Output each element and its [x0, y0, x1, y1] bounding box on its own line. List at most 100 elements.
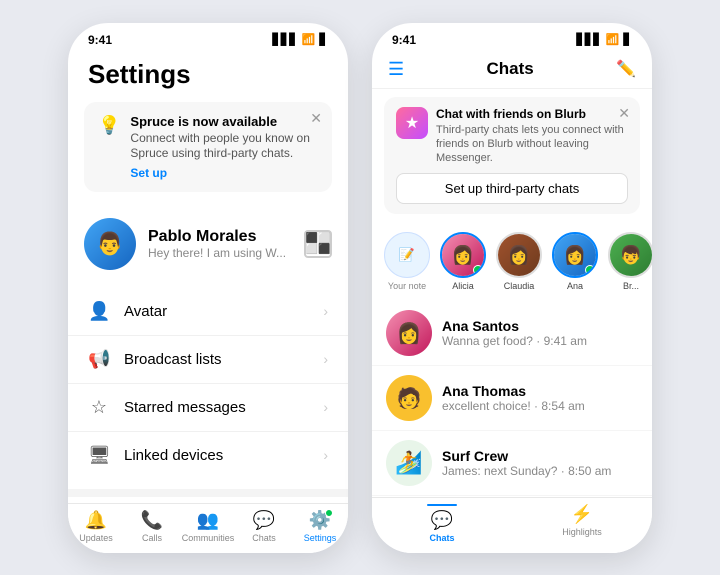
- chats-header: ☰ Chats ✏️: [372, 51, 652, 89]
- alicia-online-dot: [473, 265, 483, 275]
- signal-icon: ▋▋▋: [272, 33, 297, 46]
- stories-row: 📝 Your note 👩 Alicia 👩 Claudia: [372, 222, 652, 301]
- blurb-title: Chat with friends on Blurb: [436, 107, 628, 121]
- notif-row: 💡 Spruce is now available Connect with p…: [98, 114, 318, 180]
- compose-icon[interactable]: ✏️: [616, 59, 636, 79]
- ana-santos-name: Ana Santos: [442, 318, 638, 334]
- nav-settings[interactable]: ⚙️ Settings: [292, 510, 348, 543]
- nav-communities-label: Communities: [182, 533, 235, 543]
- ana-thomas-1-preview: excellent choice! · 8:54 am: [442, 399, 638, 413]
- nav-settings-label: Settings: [304, 533, 337, 543]
- chats-nav-chats-label: Chats: [429, 533, 454, 543]
- menu-item-starred[interactable]: ☆ Starred messages ›: [68, 384, 348, 432]
- time-right: 9:41: [392, 33, 416, 47]
- ana-thomas-1-avatar: 🧑: [386, 375, 432, 421]
- story-ana[interactable]: 👩 Ana: [552, 232, 598, 291]
- menu-label-linked: Linked devices: [124, 447, 309, 464]
- chats-nav-highlights[interactable]: ⚡ Highlights: [512, 504, 652, 543]
- menu-item-avatar[interactable]: 👤 Avatar ›: [68, 288, 348, 336]
- nav-calls[interactable]: 📞 Calls: [124, 510, 180, 543]
- story-claudia[interactable]: 👩 Claudia: [496, 232, 542, 291]
- chats-tab-icon: 💬: [253, 510, 275, 531]
- story-your-note[interactable]: 📝 Your note: [384, 232, 430, 291]
- arrow-icon-4: ›: [323, 447, 328, 463]
- chats-bottom-nav: 💬 Chats ⚡ Highlights: [372, 497, 652, 553]
- blurb-row: ★ Chat with friends on Blurb Third-party…: [396, 107, 628, 166]
- profile-status: Hey there! I am using W...: [148, 246, 292, 260]
- communities-icon: 👥: [197, 510, 219, 531]
- chats-phone: 9:41 ▋▋▋ 📶 ▋ ☰ Chats ✏️ ✕ ★ Chat with fr…: [372, 23, 652, 553]
- note-label: Your note: [388, 281, 426, 291]
- phones-container: 9:41 ▋▋▋ 📶 ▋ Settings ✕ 💡 Spruce is now …: [48, 3, 672, 573]
- notif-bulb-icon: 💡: [98, 115, 120, 136]
- profile-name: Pablo Morales: [148, 228, 292, 246]
- notif-setup-link[interactable]: Set up: [130, 166, 318, 180]
- battery-icon: ▋: [320, 33, 328, 46]
- updates-icon: 🔔: [85, 510, 107, 531]
- arrow-icon-3: ›: [323, 399, 328, 415]
- chat-item-ana-thomas-1[interactable]: 🧑 Ana Thomas excellent choice! · 8:54 am: [372, 366, 652, 431]
- arrow-icon: ›: [323, 303, 328, 319]
- ana-thomas-1-name: Ana Thomas: [442, 383, 638, 399]
- settings-bottom-nav: 🔔 Updates 📞 Calls 👥 Communities 💬 Chats …: [68, 503, 348, 553]
- notif-close-button[interactable]: ✕: [310, 110, 322, 127]
- nav-updates[interactable]: 🔔 Updates: [68, 510, 124, 543]
- surf-crew-preview: James: next Sunday? · 8:50 am: [442, 464, 638, 478]
- nav-calls-label: Calls: [142, 533, 162, 543]
- chats-nav-highlights-label: Highlights: [562, 527, 602, 537]
- ana-santos-avatar: 👩: [386, 310, 432, 356]
- status-bar-left: 9:41 ▋▋▋ 📶 ▋: [68, 23, 348, 51]
- story-br[interactable]: 👦 Br...: [608, 232, 652, 291]
- claudia-name: Claudia: [504, 281, 535, 291]
- chat-item-ana-santos[interactable]: 👩 Ana Santos Wanna get food? · 9:41 am: [372, 301, 652, 366]
- blurb-app-icon: ★: [396, 107, 428, 139]
- calls-icon: 📞: [141, 510, 163, 531]
- settings-content: Settings ✕ 💡 Spruce is now available Con…: [68, 51, 348, 503]
- section-divider: [68, 489, 348, 497]
- chats-nav-chats[interactable]: 💬 Chats: [372, 504, 512, 543]
- surf-crew-info: Surf Crew James: next Sunday? · 8:50 am: [442, 448, 638, 478]
- alicia-name: Alicia: [452, 281, 474, 291]
- blurb-setup-button[interactable]: Set up third-party chats: [396, 173, 628, 204]
- time-left: 9:41: [88, 33, 112, 47]
- chat-item-surf-crew[interactable]: 🏄 Surf Crew James: next Sunday? · 8:50 a…: [372, 431, 652, 496]
- nav-chats[interactable]: 💬 Chats: [236, 510, 292, 543]
- ana-name: Ana: [567, 281, 583, 291]
- ana-story-avatar: 👩: [552, 232, 598, 278]
- notif-body: Connect with people you know on Spruce u…: [130, 131, 318, 162]
- notif-text-block: Spruce is now available Connect with peo…: [130, 114, 318, 180]
- broadcast-icon: 📢: [88, 349, 110, 370]
- br-avatar-inner: 👦: [610, 234, 652, 276]
- profile-avatar: 👨: [84, 218, 136, 270]
- profile-section[interactable]: 👨 Pablo Morales Hey there! I am using W.…: [68, 208, 348, 280]
- qr-icon[interactable]: ⬛⬜⬜⬛: [304, 230, 332, 258]
- arrow-icon-2: ›: [323, 351, 328, 367]
- hamburger-icon[interactable]: ☰: [388, 59, 404, 80]
- br-story-avatar: 👦: [608, 232, 652, 278]
- nav-chats-label: Chats: [252, 533, 276, 543]
- settings-icon-wrapper: ⚙️: [309, 510, 331, 531]
- notification-banner: ✕ 💡 Spruce is now available Connect with…: [84, 102, 332, 192]
- menu-label-starred: Starred messages: [124, 399, 309, 416]
- menu-section-1: 👤 Avatar › 📢 Broadcast lists › ☆ Starred…: [68, 288, 348, 479]
- signal-icon-r: ▋▋▋: [576, 33, 601, 46]
- settings-title: Settings: [68, 51, 348, 102]
- alicia-story-avatar: 👩: [440, 232, 486, 278]
- story-alicia[interactable]: 👩 Alicia: [440, 232, 486, 291]
- profile-info: Pablo Morales Hey there! I am using W...: [148, 228, 292, 260]
- devices-icon: 🖥: [88, 445, 110, 466]
- menu-label-broadcast: Broadcast lists: [124, 351, 309, 368]
- highlights-icon: ⚡: [571, 504, 593, 525]
- blurb-close-button[interactable]: ✕: [618, 105, 630, 122]
- menu-item-broadcast[interactable]: 📢 Broadcast lists ›: [68, 336, 348, 384]
- star-icon: ☆: [88, 397, 110, 418]
- ana-santos-info: Ana Santos Wanna get food? · 9:41 am: [442, 318, 638, 348]
- menu-item-linked[interactable]: 🖥 Linked devices ›: [68, 432, 348, 479]
- blurb-text: Chat with friends on Blurb Third-party c…: [436, 107, 628, 166]
- chats-nav-chat-icon: 💬: [431, 510, 453, 531]
- blurb-logo: ★: [405, 113, 419, 133]
- nav-communities[interactable]: 👥 Communities: [180, 510, 236, 543]
- wifi-icon: 📶: [302, 33, 316, 46]
- status-icons-right: ▋▋▋ 📶 ▋: [576, 33, 632, 46]
- active-tab-indicator: [427, 504, 457, 506]
